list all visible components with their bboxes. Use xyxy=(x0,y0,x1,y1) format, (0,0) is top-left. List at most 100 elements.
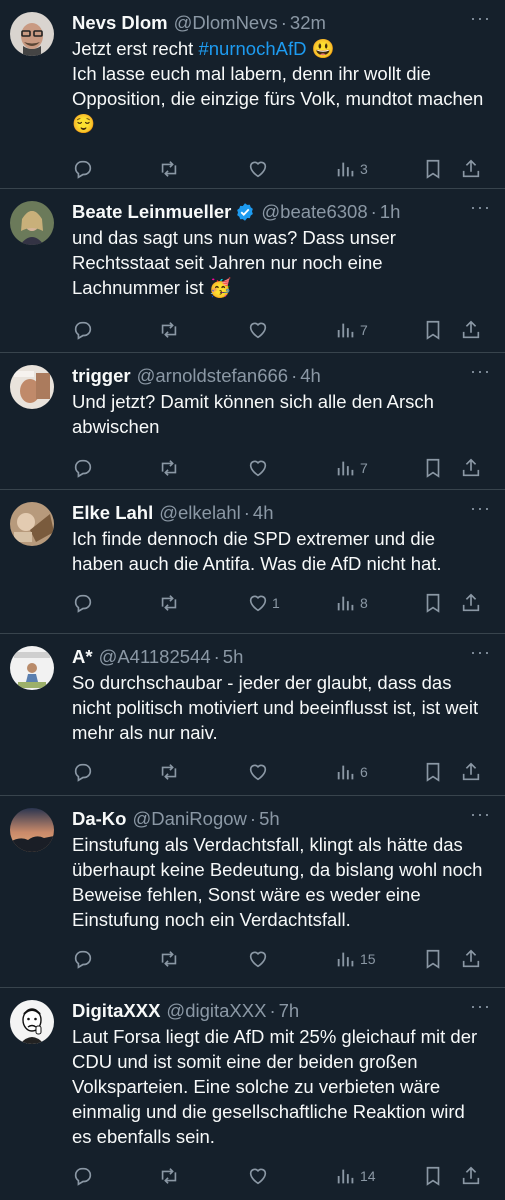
reply-button[interactable] xyxy=(72,457,94,479)
share-icon xyxy=(460,592,482,614)
like-button[interactable] xyxy=(247,1165,272,1187)
views-count: 15 xyxy=(360,951,376,967)
views-icon xyxy=(335,319,357,341)
bookmark-button[interactable] xyxy=(422,761,444,783)
reply-button[interactable] xyxy=(72,1165,94,1187)
views-button[interactable]: 7 xyxy=(335,457,368,479)
tweet-text: Laut Forsa liegt die AfD mit 25% gleicha… xyxy=(72,1026,478,1147)
author-name[interactable]: trigger xyxy=(72,365,131,387)
share-button[interactable] xyxy=(460,761,482,783)
views-button[interactable]: 7 xyxy=(335,319,368,341)
reply-icon xyxy=(72,158,94,180)
timestamp[interactable]: 5h xyxy=(223,646,244,668)
reply-button[interactable] xyxy=(72,948,94,970)
tweet-text: Und jetzt? Damit können sich alle den Ar… xyxy=(72,391,434,437)
like-button[interactable] xyxy=(247,319,272,341)
share-button[interactable] xyxy=(460,158,482,180)
bookmark-button[interactable] xyxy=(422,592,444,614)
tweet[interactable]: DigitaXXX @digitaXXX · 7h Laut Forsa lie… xyxy=(0,988,505,1200)
author-name[interactable]: Nevs Dlom xyxy=(72,12,168,34)
bookmark-icon xyxy=(422,457,444,479)
bookmark-button[interactable] xyxy=(422,1165,444,1187)
tweet[interactable]: Elke Lahl @elkelahl · 4h Ich finde denno… xyxy=(0,490,505,634)
retweet-button[interactable] xyxy=(158,319,180,341)
avatar[interactable] xyxy=(10,1000,54,1044)
author-handle[interactable]: @elkelahl xyxy=(159,502,241,524)
separator-dot: · xyxy=(269,1000,276,1021)
retweet-button[interactable] xyxy=(158,1165,180,1187)
author-handle[interactable]: @A41182544 xyxy=(99,646,211,668)
author-name[interactable]: Da-Ko xyxy=(72,808,126,830)
author-handle[interactable]: @arnoldstefan666 xyxy=(137,365,288,387)
separator-dot: · xyxy=(249,808,257,829)
share-button[interactable] xyxy=(460,948,482,970)
retweet-button[interactable] xyxy=(158,158,180,180)
avatar[interactable] xyxy=(10,201,54,245)
author-handle[interactable]: @beate6308 xyxy=(261,201,367,223)
avatar[interactable] xyxy=(10,808,54,852)
more-icon[interactable]: ··· xyxy=(470,996,491,1017)
timestamp[interactable]: 5h xyxy=(259,808,280,830)
timestamp[interactable]: 32m xyxy=(290,12,326,34)
bookmark-button[interactable] xyxy=(422,457,444,479)
retweet-button[interactable] xyxy=(158,592,180,614)
more-icon[interactable]: ··· xyxy=(470,8,491,29)
tweet[interactable]: A* @A41182544 · 5h So durchschaubar - je… xyxy=(0,634,505,796)
retweet-button[interactable] xyxy=(158,457,180,479)
timestamp[interactable]: 4h xyxy=(253,502,274,524)
author-name[interactable]: Beate Leinmueller xyxy=(72,201,231,223)
timestamp[interactable]: 7h xyxy=(279,1000,300,1022)
tweet[interactable]: trigger @arnoldstefan666 · 4h Und jetzt?… xyxy=(0,353,505,490)
more-icon[interactable]: ··· xyxy=(470,642,491,663)
views-icon xyxy=(335,158,357,180)
views-icon xyxy=(335,457,357,479)
share-button[interactable] xyxy=(460,319,482,341)
timestamp[interactable]: 4h xyxy=(300,365,321,387)
author-name[interactable]: A* xyxy=(72,646,93,668)
author-name[interactable]: DigitaXXX xyxy=(72,1000,160,1022)
views-button[interactable]: 6 xyxy=(335,761,368,783)
reply-button[interactable] xyxy=(72,158,94,180)
author-handle[interactable]: @DaniRogow xyxy=(132,808,246,830)
timestamp[interactable]: 1h xyxy=(380,201,401,223)
avatar[interactable] xyxy=(10,646,54,690)
author-name[interactable]: Elke Lahl xyxy=(72,502,153,524)
more-icon[interactable]: ··· xyxy=(470,197,491,218)
tweet[interactable]: Nevs Dlom @DlomNevs · 32m Jetzt erst rec… xyxy=(0,0,505,189)
hashtag-link[interactable]: #nurnochAfD xyxy=(198,38,306,59)
more-icon[interactable]: ··· xyxy=(470,361,491,382)
reply-button[interactable] xyxy=(72,319,94,341)
share-button[interactable] xyxy=(460,592,482,614)
avatar[interactable] xyxy=(10,365,54,409)
like-button[interactable] xyxy=(247,457,272,479)
tweet[interactable]: Da-Ko @DaniRogow · 5h Einstufung als Ver… xyxy=(0,796,505,988)
retweet-icon xyxy=(158,1165,180,1187)
tweet-actions: 15 xyxy=(72,936,491,982)
share-button[interactable] xyxy=(460,457,482,479)
bookmark-button[interactable] xyxy=(422,319,444,341)
author-handle[interactable]: @DlomNevs xyxy=(174,12,278,34)
views-button[interactable]: 15 xyxy=(335,948,376,970)
bookmark-button[interactable] xyxy=(422,158,444,180)
like-button[interactable] xyxy=(247,948,272,970)
tweet-text: Jetzt erst recht #nurnochAfD 😃 Ich lasse… xyxy=(72,36,491,136)
retweet-button[interactable] xyxy=(158,948,180,970)
more-icon[interactable]: ··· xyxy=(470,498,491,519)
like-button[interactable] xyxy=(247,158,272,180)
like-button[interactable] xyxy=(247,761,272,783)
share-button[interactable] xyxy=(460,1165,482,1187)
avatar[interactable] xyxy=(10,12,54,56)
author-handle[interactable]: @digitaXXX xyxy=(166,1000,266,1022)
reply-button[interactable] xyxy=(72,761,94,783)
views-button[interactable]: 3 xyxy=(335,158,368,180)
avatar[interactable] xyxy=(10,502,54,546)
more-icon[interactable]: ··· xyxy=(470,804,491,825)
views-button[interactable]: 8 xyxy=(335,592,368,614)
retweet-button[interactable] xyxy=(158,761,180,783)
tweet[interactable]: Beate Leinmueller @beate6308 · 1h und da… xyxy=(0,189,505,353)
bookmark-button[interactable] xyxy=(422,948,444,970)
views-button[interactable]: 14 xyxy=(335,1165,376,1187)
like-button[interactable]: 1 xyxy=(247,592,280,614)
reply-button[interactable] xyxy=(72,592,94,614)
tweet-actions: 14 xyxy=(72,1153,491,1199)
